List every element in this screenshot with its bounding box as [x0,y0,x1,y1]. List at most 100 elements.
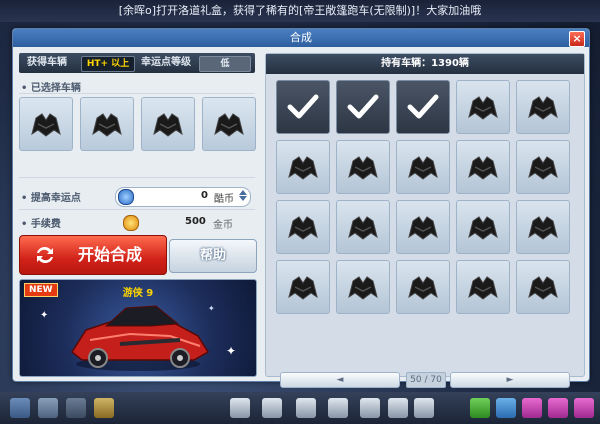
owned-car-slot[interactable] [516,200,570,254]
fee-text: 手续费 [30,219,61,230]
car-icon [468,276,498,300]
car-icon [153,113,183,137]
car-icon [288,216,318,240]
owned-car-slot[interactable] [276,260,330,314]
prev-page-button[interactable]: ◄ [280,372,400,388]
crop-icon[interactable] [230,398,250,418]
friends-icon[interactable] [522,398,542,418]
car-icon [528,216,558,240]
car-icon [468,216,498,240]
checkmark-icon [407,94,439,119]
selected-cars-label: • 已选择车辆 [21,83,81,94]
owned-car-slot[interactable] [516,140,570,194]
owned-cars-header: 持有车辆：1390辆 [266,54,584,74]
boost-luck-unit: 酷币 [214,194,234,205]
checkmark-icon [287,94,319,119]
selected-car-slot[interactable] [202,97,256,151]
fee-unit: 金币 [213,220,233,231]
back-icon[interactable] [66,398,86,418]
checkmark-icon [347,94,379,119]
next-page-button[interactable]: ► [450,372,570,388]
refresh-arrows-icon [37,246,53,264]
news-ticker: [余晖o]打开洛道礼盒，获得了稀有的[帝王敞篷跑车(无限制)]！大家加油哦 [0,0,600,22]
menu-icon[interactable] [10,398,30,418]
result-car-name: 游侠 9 [122,288,154,299]
window-title: 合成 [290,31,312,44]
owned-car-slot[interactable] [276,200,330,254]
page-indicator: 50 / 70 [406,372,446,388]
obtain-value: HT+ 以上 [81,56,135,72]
info-bar: 获得车辆 HT+ 以上 幸运点等级 低 [19,53,255,73]
selected-car-slot[interactable] [141,97,195,151]
boost-luck-label: • 提高幸运点 [21,193,81,204]
sparkle-icon: ✦ [40,310,49,321]
left-panel: 获得车辆 HT+ 以上 幸运点等级 低 • 已选择车辆 • 提高幸运点 0 酷币… [19,53,257,377]
car-icon [408,156,438,180]
chat-icon[interactable] [496,398,516,418]
start-synthesis-button[interactable]: 开始合成 [19,235,167,275]
owned-car-slot[interactable] [456,80,510,134]
kubi-coin-icon [118,189,134,205]
owned-car-slot[interactable] [276,140,330,194]
owned-car-slot[interactable] [336,140,390,194]
fee-label: • 手续费 [21,219,61,230]
owned-car-slot[interactable] [336,260,390,314]
refresh-icon[interactable] [262,398,282,418]
car-icon [348,156,378,180]
sparkle-icon: ✦ [226,344,237,358]
owned-car-slot-selected[interactable] [336,80,390,134]
notepad-icon[interactable] [94,398,114,418]
search-icon[interactable] [548,398,568,418]
owned-car-slot[interactable] [396,140,450,194]
divider [19,209,255,210]
tools-icon[interactable] [414,398,434,418]
share-icon[interactable] [360,398,380,418]
start-synthesis-label: 开始合成 [78,245,143,264]
car-icon [408,216,438,240]
gold-coin-icon [123,215,139,231]
window-titlebar: 合成 × [13,29,589,47]
gear-icon[interactable] [574,398,594,418]
owned-car-slot[interactable] [456,140,510,194]
owned-car-slot[interactable] [396,200,450,254]
home-icon[interactable] [38,398,58,418]
owned-car-slot[interactable] [456,200,510,254]
owned-car-slot[interactable] [456,260,510,314]
owned-car-slot[interactable] [396,260,450,314]
owned-car-slot[interactable] [336,200,390,254]
divider [19,93,255,94]
selected-car-slot[interactable] [19,97,73,151]
obtain-label: 获得车辆 [27,57,67,68]
selected-car-slot[interactable] [80,97,134,151]
down-arrow-icon[interactable] [239,196,247,201]
luck-level-value: 低 [199,56,251,72]
bottom-toolbar [0,392,600,424]
sparkle-icon: ✦ [208,304,215,313]
thumbs-up-icon[interactable] [388,398,408,418]
car-icon [528,96,558,120]
save-icon[interactable] [296,398,316,418]
car-icon [528,156,558,180]
stepper-arrows[interactable] [238,189,248,203]
alert-icon[interactable] [470,398,490,418]
divider [19,177,255,178]
up-arrow-icon[interactable] [239,190,247,195]
car-icon [348,216,378,240]
close-button[interactable]: × [569,31,585,47]
boost-luck-text: 提高幸运点 [30,193,81,204]
car-icon [31,113,61,137]
red-sports-car-image [71,305,210,371]
boost-luck-field[interactable]: 0 酷币 [115,187,251,207]
car-icon [288,276,318,300]
screen-icon[interactable] [328,398,348,418]
owned-car-slot-selected[interactable] [396,80,450,134]
owned-cars-panel: 持有车辆：1390辆 ◄ 50 / 70 ► [265,53,585,388]
synthesis-window: 合成 × 获得车辆 HT+ 以上 幸运点等级 低 • 已选择车辆 • 提高幸运点… [12,28,590,388]
help-button[interactable]: 帮助 [169,239,257,273]
car-icon [468,96,498,120]
car-icon [288,156,318,180]
boost-luck-value: 0 [201,190,208,201]
owned-car-slot-selected[interactable] [276,80,330,134]
owned-car-slot[interactable] [516,80,570,134]
owned-car-slot[interactable] [516,260,570,314]
